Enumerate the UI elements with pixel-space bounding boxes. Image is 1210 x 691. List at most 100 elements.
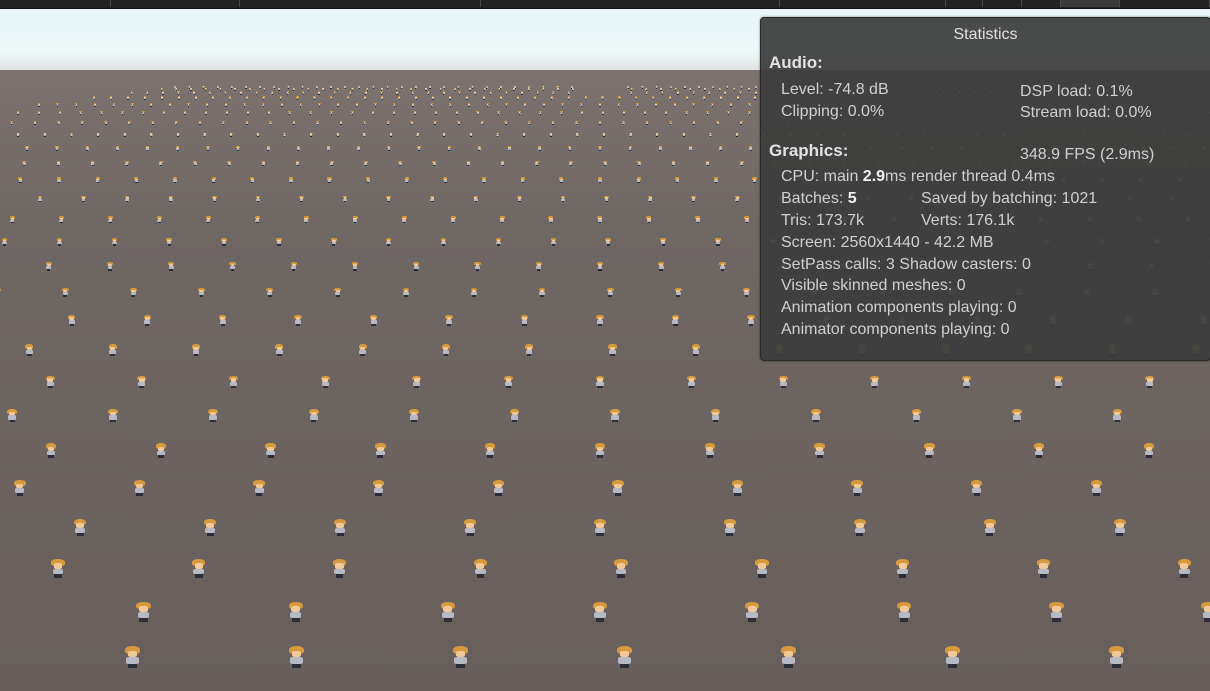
character-sprite xyxy=(596,216,603,224)
character-sprite xyxy=(430,102,433,107)
character-sprite xyxy=(56,177,62,184)
character-sprite xyxy=(495,238,503,247)
character-sprite xyxy=(567,96,570,100)
character-sprite xyxy=(591,518,609,537)
character-sprite xyxy=(330,238,338,247)
character-sprite xyxy=(56,102,59,107)
character-sprite xyxy=(48,559,67,579)
character-sprite xyxy=(227,160,232,166)
character-sprite xyxy=(505,91,508,95)
character-sprite xyxy=(682,132,686,137)
character-sprite xyxy=(407,408,421,423)
character-sprite xyxy=(729,102,733,107)
toolbar-segment[interactable] xyxy=(481,0,780,7)
character-sprite xyxy=(429,195,435,203)
character-sprite xyxy=(363,121,367,125)
character-sprite xyxy=(357,344,369,356)
character-sprite xyxy=(127,121,131,125)
toolbar-segment[interactable] xyxy=(0,0,111,7)
toolbar-segment[interactable] xyxy=(240,0,481,7)
character-sprite xyxy=(142,315,153,326)
character-sprite xyxy=(942,646,964,668)
character-sprite xyxy=(601,111,605,115)
character-sprite xyxy=(355,102,358,107)
character-sprite xyxy=(168,195,174,203)
character-sprite xyxy=(734,195,740,203)
graphics-saved-by-batching: Saved by batching: 1021 xyxy=(921,190,1098,207)
character-sprite xyxy=(330,111,334,115)
character-sprite xyxy=(410,87,413,91)
batches-value: 5 xyxy=(847,190,857,207)
character-sprite xyxy=(371,480,387,497)
graphics-visible-skinned: Visible skinned meshes: 0 xyxy=(781,277,966,294)
character-sprite xyxy=(723,91,726,95)
toolbar-segment[interactable] xyxy=(946,0,983,7)
toolbar-segment[interactable] xyxy=(111,0,240,7)
character-sprite xyxy=(149,132,153,137)
character-sprite xyxy=(542,87,545,91)
character-sprite xyxy=(536,91,539,95)
character-sprite xyxy=(398,96,401,100)
cpu-main-value: 2.9 xyxy=(862,168,886,185)
character-sprite xyxy=(777,375,790,389)
character-sprite xyxy=(686,96,689,100)
character-sprite xyxy=(628,145,633,151)
character-sprite xyxy=(692,102,695,107)
statistics-title: Statistics xyxy=(953,26,1018,43)
character-sprite xyxy=(610,480,626,497)
character-sprite xyxy=(718,87,721,91)
character-sprite xyxy=(557,87,560,91)
character-sprite xyxy=(622,111,626,115)
character-sprite xyxy=(203,132,207,137)
character-sprite xyxy=(172,177,178,184)
stats-toggle-button[interactable] xyxy=(1061,0,1120,7)
character-sprite xyxy=(482,96,485,100)
character-sprite xyxy=(748,102,751,107)
character-sprite xyxy=(282,132,286,137)
character-sprite xyxy=(106,261,115,271)
character-sprite xyxy=(55,145,60,151)
character-sprite xyxy=(603,160,608,166)
character-sprite xyxy=(339,121,343,125)
character-sprite xyxy=(1141,443,1156,459)
character-sprite xyxy=(1032,443,1047,459)
character-sprite xyxy=(313,96,316,100)
character-sprite xyxy=(575,132,579,137)
character-sprite xyxy=(397,160,402,166)
toolbar-segment[interactable] xyxy=(1120,0,1210,7)
toolbar-segment[interactable] xyxy=(780,0,946,7)
character-sprite xyxy=(523,344,535,356)
character-sprite xyxy=(659,238,667,247)
character-sprite xyxy=(386,121,390,125)
character-sprite xyxy=(319,375,332,389)
toolbar-segment[interactable] xyxy=(983,0,1022,7)
character-sprite xyxy=(740,85,743,89)
character-sprite xyxy=(483,443,498,459)
character-sprite xyxy=(614,646,636,668)
character-sprite xyxy=(197,287,207,298)
character-sprite xyxy=(307,408,321,423)
character-sprite xyxy=(364,91,367,95)
character-sprite xyxy=(201,518,219,537)
character-sprite xyxy=(292,87,295,91)
cpu-suffix: ms render thread 0.4ms xyxy=(885,168,1055,185)
character-sprite xyxy=(301,85,304,89)
character-sprite xyxy=(330,96,333,100)
character-sprite xyxy=(251,480,267,497)
toolbar-segment[interactable] xyxy=(1022,0,1061,7)
character-sprite xyxy=(57,121,61,125)
character-sprite xyxy=(469,287,479,298)
character-sprite xyxy=(414,85,417,89)
character-sprite xyxy=(1034,559,1053,579)
character-sprite xyxy=(380,87,383,91)
character-sprite xyxy=(659,87,662,91)
character-sprite xyxy=(645,121,649,125)
character-sprite xyxy=(381,96,384,100)
character-sprite xyxy=(245,121,249,125)
character-sprite xyxy=(712,85,715,89)
character-sprite xyxy=(269,121,273,125)
character-sprite xyxy=(440,344,452,356)
character-sprite xyxy=(567,91,570,95)
character-sprite xyxy=(481,177,487,184)
character-sprite xyxy=(385,195,391,203)
